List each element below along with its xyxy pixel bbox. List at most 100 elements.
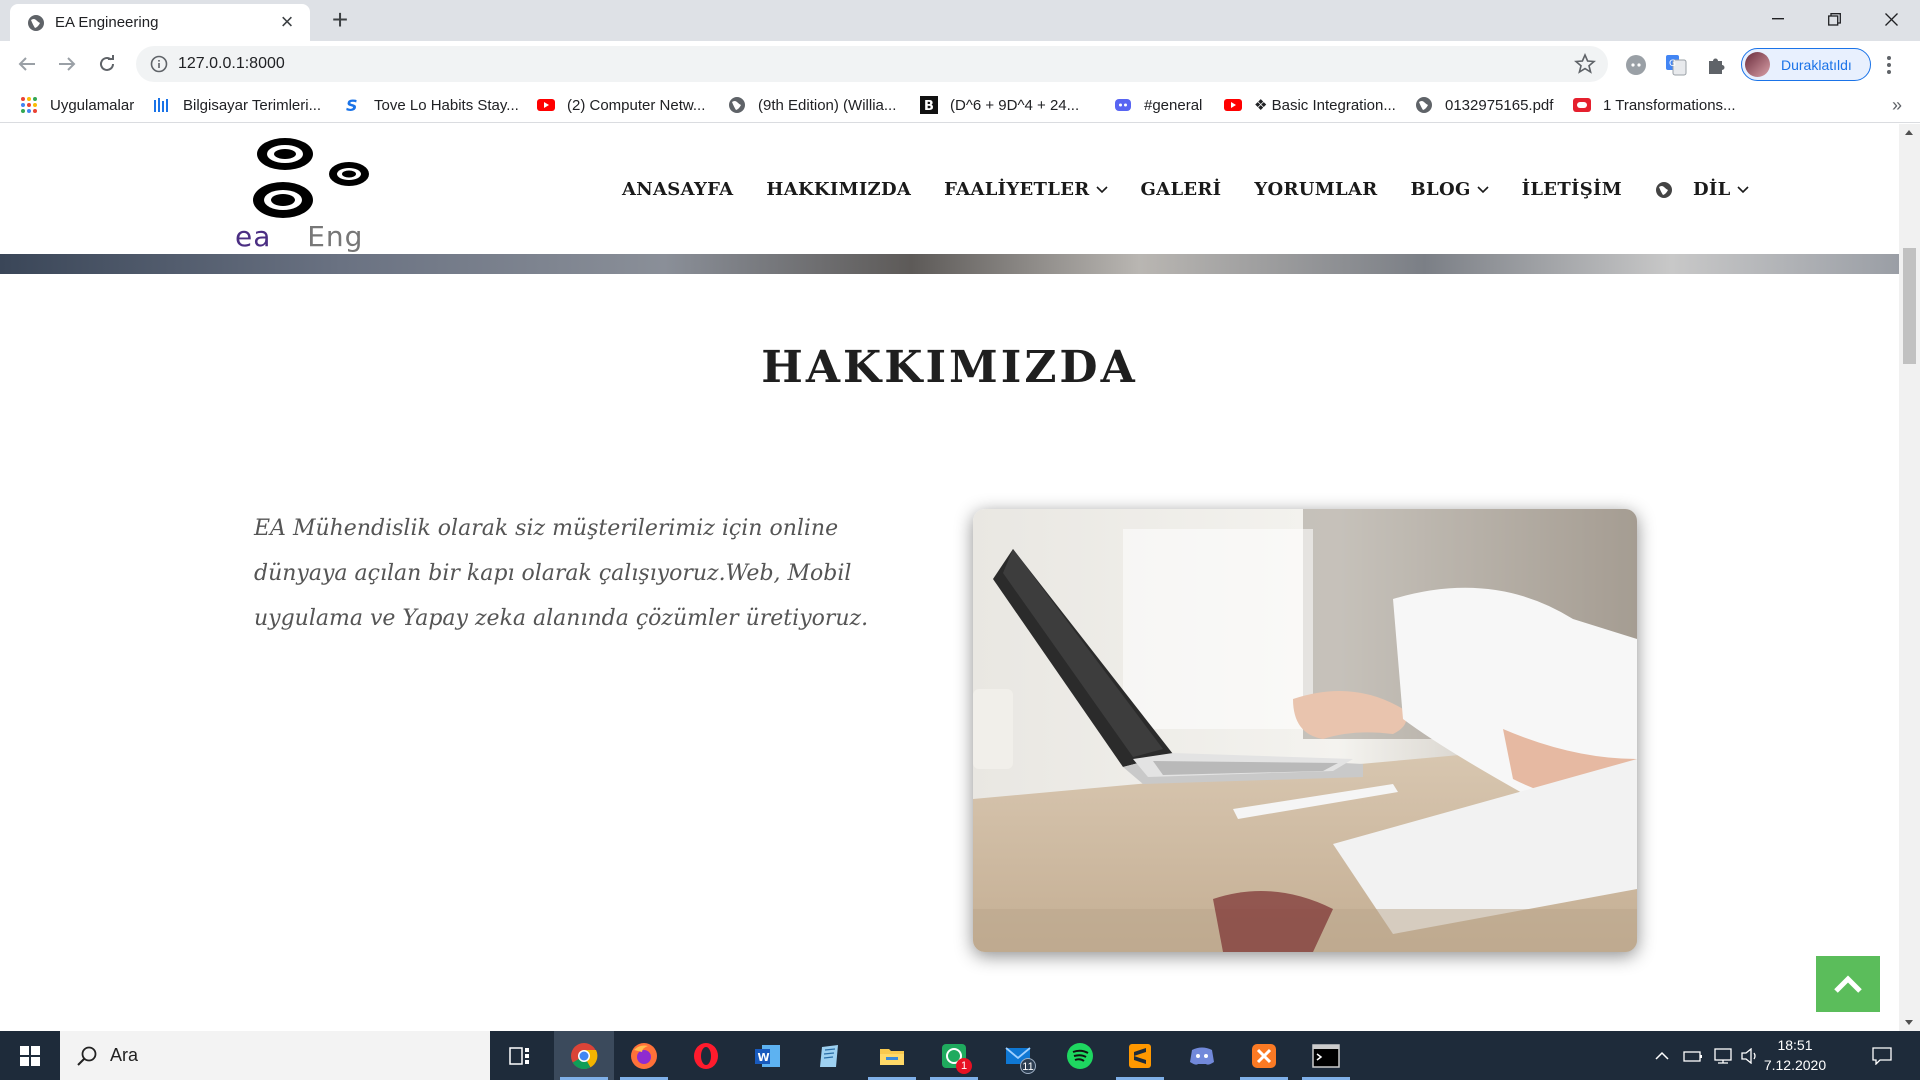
laptop-photo bbox=[973, 509, 1637, 952]
start-button[interactable] bbox=[0, 1031, 60, 1080]
close-icon bbox=[1885, 12, 1898, 26]
bookmark-item[interactable]: ❖ Basic Integration... bbox=[1224, 95, 1396, 115]
bookmark-item[interactable]: #general bbox=[1114, 95, 1202, 115]
scroll-up-arrow-icon[interactable] bbox=[1905, 130, 1913, 135]
browser-tab-strip: EA Engineering × + bbox=[0, 0, 1920, 41]
sublime-icon bbox=[1129, 1043, 1151, 1068]
bookmark-label: Tove Lo Habits Stay... bbox=[374, 96, 519, 114]
bookmark-item[interactable]: B (D^6 + 9D^4 + 24... bbox=[920, 95, 1079, 115]
chevron-down-icon bbox=[1477, 185, 1489, 193]
firefox-icon bbox=[631, 1042, 657, 1069]
nav-item-hakkimizda[interactable]: HAKKIMIZDA bbox=[766, 179, 911, 200]
avatar bbox=[1745, 52, 1770, 77]
bookmark-label: ❖ Basic Integration... bbox=[1254, 97, 1396, 114]
scroll-down-arrow-icon[interactable] bbox=[1905, 1020, 1913, 1025]
nav-item-iletisim[interactable]: İLETİŞİM bbox=[1522, 179, 1622, 200]
tab-close-icon[interactable]: × bbox=[276, 11, 298, 33]
arrow-right-icon bbox=[59, 57, 76, 71]
scroll-to-top-button[interactable] bbox=[1816, 956, 1880, 1012]
translate-extension-icon[interactable]: G bbox=[1665, 54, 1687, 76]
taskbar-opera[interactable] bbox=[676, 1031, 736, 1080]
clock-date: 7.12.2020 bbox=[1763, 1057, 1827, 1073]
nav-item-yorumlar[interactable]: YORUMLAR bbox=[1254, 179, 1377, 200]
discord-icon bbox=[1190, 1047, 1214, 1065]
info-icon[interactable] bbox=[150, 55, 168, 73]
notepad-icon bbox=[820, 1044, 838, 1067]
taskbar-whatsapp[interactable]: 1 bbox=[924, 1031, 984, 1080]
bookmarks-bar: Uygulamalar Bilgisayar Terimleri... S To… bbox=[0, 87, 1920, 123]
chrome-icon bbox=[571, 1042, 598, 1069]
taskbar-terminal[interactable] bbox=[1296, 1031, 1356, 1080]
main-nav: ANASAYFA HAKKIMIZDA FAALİYETLER GALERİ Y… bbox=[622, 179, 1782, 200]
apps-grid-icon bbox=[21, 97, 37, 113]
forward-button[interactable] bbox=[53, 50, 81, 78]
chevron-down-icon bbox=[1737, 185, 1749, 193]
nav-item-language[interactable]: DİL bbox=[1693, 179, 1749, 200]
bookmark-star-icon[interactable] bbox=[1574, 53, 1596, 75]
search-placeholder: Ara bbox=[110, 1045, 139, 1065]
discord-extension-icon[interactable] bbox=[1625, 54, 1647, 76]
bookmark-item[interactable]: (2) Computer Netw... bbox=[537, 95, 705, 115]
volume-icon bbox=[1741, 1047, 1756, 1064]
taskbar-mail[interactable]: 11 bbox=[988, 1031, 1048, 1080]
browser-tab[interactable]: EA Engineering × bbox=[10, 4, 310, 41]
close-window-button[interactable] bbox=[1863, 0, 1920, 38]
taskbar-search-input[interactable]: Ara bbox=[60, 1031, 490, 1080]
oracle-icon bbox=[1573, 98, 1591, 112]
opera-icon bbox=[694, 1042, 718, 1069]
bookmark-item[interactable]: 0132975165.pdf bbox=[1415, 95, 1553, 115]
bookmark-label: Bilgisayar Terimleri... bbox=[183, 96, 322, 114]
menu-kebab-icon[interactable] bbox=[1886, 55, 1892, 75]
bookmark-label: 0132975165.pdf bbox=[1445, 96, 1554, 114]
bookmark-item[interactable]: (9th Edition) (Willia... bbox=[728, 95, 896, 115]
nav-item-blog[interactable]: BLOG bbox=[1411, 179, 1489, 200]
page-title: HAKKIMIZDA bbox=[761, 342, 1138, 393]
bookmark-item[interactable]: S Tove Lo Habits Stay... bbox=[344, 95, 519, 115]
url-text[interactable]: 127.0.0.1:8000 bbox=[178, 55, 285, 73]
action-center-button[interactable] bbox=[1862, 1031, 1902, 1080]
site-logo[interactable]: ea Eng bbox=[233, 132, 373, 253]
taskbar-notepad[interactable] bbox=[800, 1031, 860, 1080]
restore-button[interactable] bbox=[1806, 0, 1863, 38]
taskbar-word[interactable]: W bbox=[738, 1031, 798, 1080]
taskbar-chrome[interactable] bbox=[554, 1031, 614, 1080]
taskbar-xampp[interactable] bbox=[1234, 1031, 1294, 1080]
nav-label: ANASAYFA bbox=[622, 179, 734, 200]
nav-item-galeri[interactable]: GALERİ bbox=[1141, 179, 1222, 200]
notification-icon bbox=[1872, 1046, 1892, 1065]
taskbar-discord[interactable] bbox=[1172, 1031, 1232, 1080]
extensions-puzzle-icon[interactable] bbox=[1705, 54, 1727, 76]
taskbar-file-explorer[interactable] bbox=[862, 1031, 922, 1080]
address-bar[interactable]: 127.0.0.1:8000 bbox=[136, 46, 1608, 82]
tray-overflow-button[interactable] bbox=[1648, 1031, 1676, 1080]
file-explorer-icon bbox=[880, 1048, 904, 1065]
logo-swirl-icon bbox=[253, 138, 369, 218]
taskbar-firefox[interactable] bbox=[614, 1031, 674, 1080]
scrollbar-thumb[interactable] bbox=[1903, 248, 1916, 364]
page-viewport: ea Eng ANASAYFA HAKKIMIZDA FAALİYETLER G… bbox=[0, 124, 1899, 1031]
nav-item-faaliyetler[interactable]: FAALİYETLER bbox=[944, 179, 1108, 200]
search-icon bbox=[77, 1046, 97, 1066]
tray-battery[interactable] bbox=[1679, 1031, 1707, 1080]
bookmark-item[interactable]: 1 Transformations... bbox=[1573, 95, 1736, 115]
restore-icon bbox=[1828, 12, 1841, 26]
taskbar-sublime[interactable] bbox=[1110, 1031, 1170, 1080]
bookmark-item[interactable]: Bilgisayar Terimleri... bbox=[153, 95, 321, 115]
minimize-button[interactable] bbox=[1749, 0, 1806, 38]
nav-item-anasayfa[interactable]: ANASAYFA bbox=[622, 179, 733, 200]
reload-button[interactable] bbox=[93, 50, 121, 78]
back-button[interactable] bbox=[13, 50, 41, 78]
xampp-icon bbox=[1252, 1043, 1276, 1068]
page-scrollbar[interactable] bbox=[1899, 124, 1920, 1031]
task-view-button[interactable] bbox=[490, 1031, 550, 1080]
globe-icon[interactable] bbox=[1655, 181, 1673, 199]
taskbar-spotify[interactable] bbox=[1050, 1031, 1110, 1080]
youtube-icon bbox=[1224, 99, 1242, 111]
taskbar-clock[interactable]: 18:51 7.12.2020 bbox=[1760, 1035, 1830, 1075]
new-tab-button[interactable]: + bbox=[326, 6, 354, 35]
bookmarks-overflow-button[interactable]: » bbox=[1892, 95, 1902, 116]
tray-network[interactable] bbox=[1709, 1031, 1737, 1080]
tab-title: EA Engineering bbox=[55, 14, 159, 31]
bookmark-item[interactable]: Uygulamalar bbox=[20, 95, 134, 115]
profile-button[interactable]: Duraklatıldı bbox=[1741, 48, 1871, 81]
